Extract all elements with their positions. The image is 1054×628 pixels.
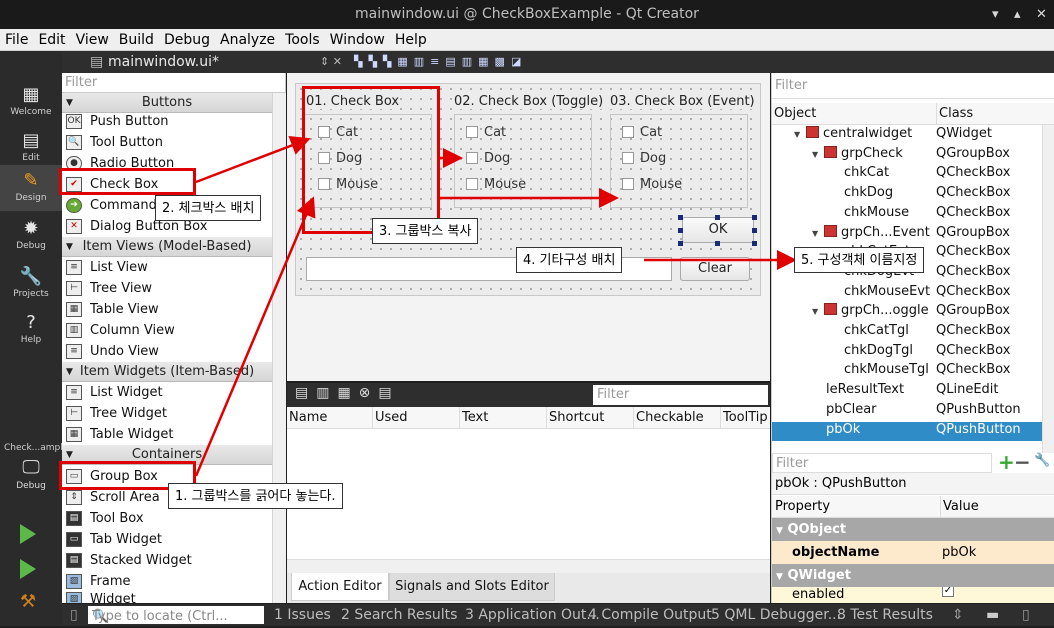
annotation-note-5: 5. 구성객체 이름지정 bbox=[794, 247, 925, 273]
annotation-note-3: 3. 그룹박스 복사 bbox=[372, 218, 479, 244]
annotation-arrow-1 bbox=[194, 196, 316, 477]
annotation-note-2: 2. 체크박스 배치 bbox=[155, 195, 262, 221]
annotation-note-4: 4. 기타구성 배치 bbox=[516, 247, 623, 273]
annotation-arrows bbox=[194, 136, 797, 477]
annotation-arrow-2 bbox=[195, 136, 311, 184]
annotation-note-1: 1. 그룹박스를 긁어다 놓는다. bbox=[168, 483, 343, 509]
